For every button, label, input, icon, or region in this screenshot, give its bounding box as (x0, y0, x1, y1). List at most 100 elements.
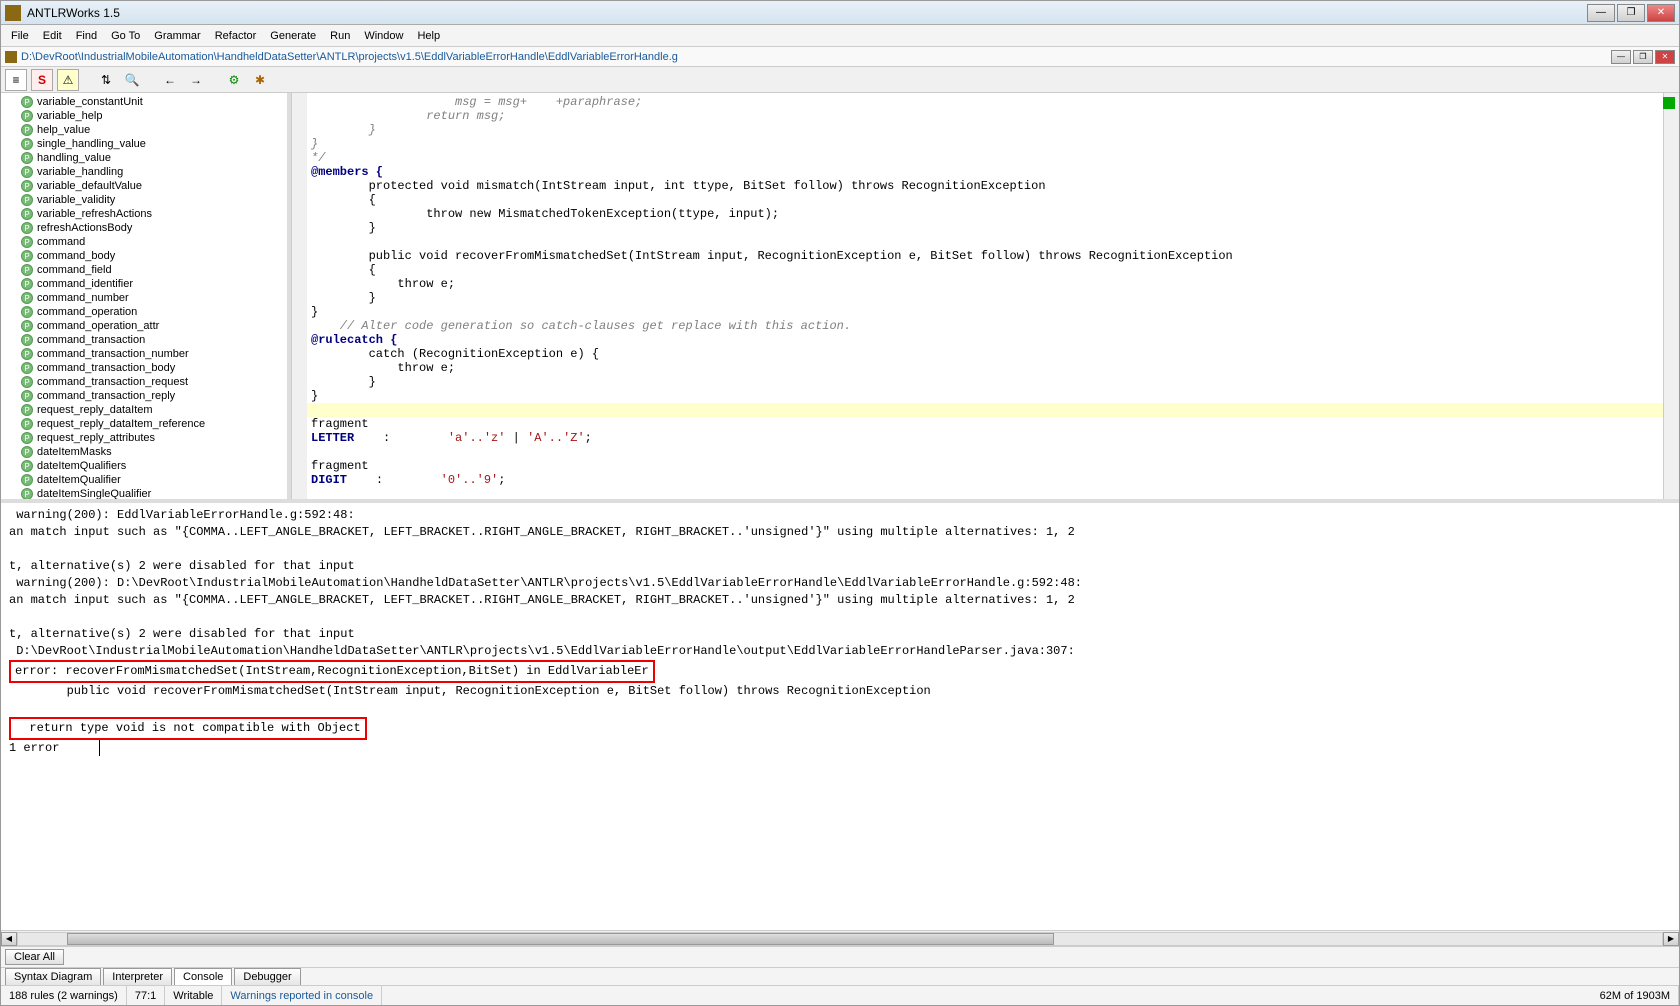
tool-bug-icon[interactable]: ✱ (249, 69, 271, 91)
tree-item[interactable]: Pvariable_help (1, 109, 287, 123)
tree-item[interactable]: Phandling_value (1, 151, 287, 165)
tree-item[interactable]: Pvariable_defaultValue (1, 179, 287, 193)
tree-item[interactable]: Pcommand_operation (1, 305, 287, 319)
tree-item-label: request_reply_attributes (37, 432, 155, 444)
tool-syntax-icon[interactable]: S (31, 69, 53, 91)
tab-syntax-diagram[interactable]: Syntax Diagram (5, 968, 101, 985)
editor-vscroll-left[interactable] (291, 93, 307, 499)
tree-item-label: command_transaction (37, 334, 145, 346)
doc-maximize-button[interactable]: ❐ (1633, 50, 1653, 64)
close-button[interactable]: ✕ (1647, 4, 1675, 22)
console-toolbar: Clear All (1, 946, 1679, 967)
tool-back-icon[interactable]: ← (159, 69, 181, 91)
tree-item[interactable]: Pvariable_refreshActions (1, 207, 287, 221)
tool-debug-icon[interactable]: ⚙ (223, 69, 245, 91)
status-warnings-link[interactable]: Warnings reported in console (222, 986, 382, 1005)
tree-item[interactable]: Pcommand_body (1, 249, 287, 263)
tree-item-label: dateItemQualifier (37, 474, 121, 486)
rule-icon: P (21, 460, 33, 472)
tool-sort-icon[interactable]: ⇅ (95, 69, 117, 91)
text-cursor (99, 740, 100, 756)
tree-item-label: command (37, 236, 85, 248)
file-path: D:\DevRoot\IndustrialMobileAutomation\Ha… (21, 51, 1611, 63)
console-hscroll[interactable]: ◀ ▶ (1, 930, 1679, 946)
tree-item-label: command_transaction_request (37, 376, 188, 388)
tree-item[interactable]: Pcommand_transaction_request (1, 375, 287, 389)
maximize-button[interactable]: ❐ (1617, 4, 1645, 22)
tree-item[interactable]: Pvariable_validity (1, 193, 287, 207)
tree-item-label: command_number (37, 292, 129, 304)
tree-item[interactable]: PdateItemSingleQualifier (1, 487, 287, 499)
tree-item[interactable]: Pcommand_transaction_number (1, 347, 287, 361)
tree-item-label: help_value (37, 124, 90, 136)
tree-item[interactable]: Pcommand_identifier (1, 277, 287, 291)
rules-tree[interactable]: Pvariable_constantUnitPvariable_helpPhel… (1, 93, 291, 499)
menu-file[interactable]: File (5, 28, 35, 44)
tree-item-label: command_field (37, 264, 112, 276)
app-window: ANTLRWorks 1.5 — ❐ ✕ File Edit Find Go T… (0, 0, 1680, 1006)
rule-icon: P (21, 390, 33, 402)
tree-item-label: command_transaction_reply (37, 390, 175, 402)
tool-search-icon[interactable]: 🔍 (121, 69, 143, 91)
menu-find[interactable]: Find (70, 28, 103, 44)
tree-item[interactable]: Pcommand (1, 235, 287, 249)
rule-icon: P (21, 348, 33, 360)
tree-item-label: refreshActionsBody (37, 222, 132, 234)
menu-window[interactable]: Window (358, 28, 409, 44)
rule-icon: P (21, 474, 33, 486)
editor-vscroll[interactable] (1663, 93, 1679, 499)
doc-minimize-button[interactable]: — (1611, 50, 1631, 64)
minimize-button[interactable]: — (1587, 4, 1615, 22)
rule-icon: P (21, 362, 33, 374)
tool-warning-icon[interactable]: ⚠ (57, 69, 79, 91)
top-split: Pvariable_constantUnitPvariable_helpPhel… (1, 93, 1679, 503)
menu-goto[interactable]: Go To (105, 28, 146, 44)
tree-item[interactable]: Phelp_value (1, 123, 287, 137)
menu-run[interactable]: Run (324, 28, 356, 44)
tree-item[interactable]: Pcommand_transaction_body (1, 361, 287, 375)
menu-refactor[interactable]: Refactor (209, 28, 263, 44)
rule-icon: P (21, 208, 33, 220)
error-highlight-2: return type void is not compatible with … (9, 717, 367, 740)
tree-item-label: command_operation (37, 306, 137, 318)
tree-item[interactable]: Pcommand_transaction (1, 333, 287, 347)
console-output[interactable]: warning(200): EddlVariableErrorHandle.g:… (1, 503, 1679, 930)
tree-item[interactable]: Psingle_handling_value (1, 137, 287, 151)
tree-item[interactable]: PdateItemMasks (1, 445, 287, 459)
tool-forward-icon[interactable]: → (185, 69, 207, 91)
rule-icon: P (21, 446, 33, 458)
tree-item[interactable]: PdateItemQualifier (1, 473, 287, 487)
tab-interpreter[interactable]: Interpreter (103, 968, 172, 985)
tab-debugger[interactable]: Debugger (234, 968, 300, 985)
window-buttons: — ❐ ✕ (1587, 4, 1675, 22)
tree-item[interactable]: Pcommand_transaction_reply (1, 389, 287, 403)
tree-item[interactable]: Pvariable_constantUnit (1, 95, 287, 109)
main-split: Pvariable_constantUnitPvariable_helpPhel… (1, 93, 1679, 967)
menu-grammar[interactable]: Grammar (148, 28, 206, 44)
tree-item[interactable]: Prequest_reply_attributes (1, 431, 287, 445)
doc-close-button[interactable]: ✕ (1655, 50, 1675, 64)
tree-item[interactable]: Pcommand_field (1, 263, 287, 277)
rule-icon: P (21, 194, 33, 206)
scroll-right-icon[interactable]: ▶ (1663, 932, 1679, 946)
rule-icon: P (21, 376, 33, 388)
tree-item-label: variable_constantUnit (37, 96, 143, 108)
menu-edit[interactable]: Edit (37, 28, 68, 44)
scroll-left-icon[interactable]: ◀ (1, 932, 17, 946)
tree-item[interactable]: Prequest_reply_dataItem_reference (1, 417, 287, 431)
tree-item[interactable]: Pvariable_handling (1, 165, 287, 179)
tree-item[interactable]: Pcommand_number (1, 291, 287, 305)
tree-item[interactable]: Pcommand_operation_attr (1, 319, 287, 333)
tree-item-label: request_reply_dataItem_reference (37, 418, 205, 430)
tab-console[interactable]: Console (174, 968, 232, 985)
tree-item[interactable]: Prequest_reply_dataItem (1, 403, 287, 417)
bottom-tabs: Syntax Diagram Interpreter Console Debug… (1, 967, 1679, 985)
menu-help[interactable]: Help (411, 28, 446, 44)
tool-list-icon[interactable]: ≡ (5, 69, 27, 91)
clear-all-button[interactable]: Clear All (5, 949, 64, 965)
code-editor[interactable]: msg = msg+ +paraphrase; return msg; } } … (307, 93, 1663, 499)
scroll-thumb[interactable] (67, 933, 1053, 945)
menu-generate[interactable]: Generate (264, 28, 322, 44)
tree-item[interactable]: PrefreshActionsBody (1, 221, 287, 235)
tree-item[interactable]: PdateItemQualifiers (1, 459, 287, 473)
